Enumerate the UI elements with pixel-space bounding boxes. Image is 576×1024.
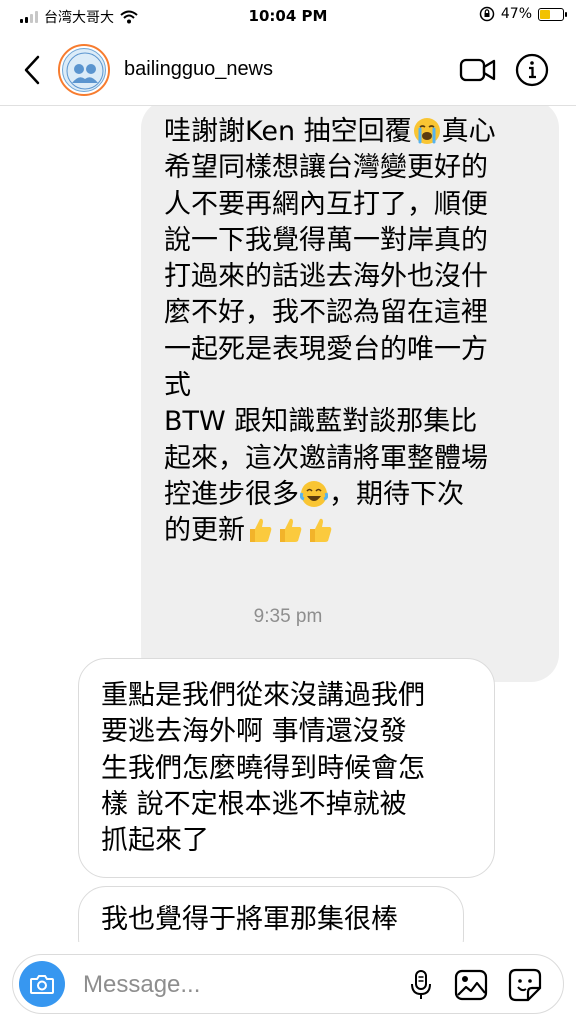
message-composer (12, 954, 564, 1014)
loudly-crying-face-emoji (413, 118, 440, 144)
message-line: 抓起來了 (101, 825, 209, 857)
message-line: 我也覺得于將軍那集很棒 (101, 904, 398, 935)
message-line: 希望同樣想讓台灣變更好的 (164, 152, 488, 184)
incoming-message-bubble[interactable]: 重點是我們從來沒講過我們 要逃去海外啊 事情還沒發 生我們怎麼曉得到時候會怎 樣… (78, 658, 495, 878)
camera-button[interactable] (19, 961, 65, 1007)
info-button[interactable] (514, 52, 550, 88)
message-line: 起來，這次邀請將軍整體場 (164, 442, 488, 474)
avatar-logo (62, 48, 106, 92)
microphone-icon (411, 970, 431, 999)
back-button[interactable] (14, 50, 50, 90)
message-line: BTW 跟知識藍對談那集比 (164, 406, 478, 438)
message-line: 控進步很多 ，期待下次 (164, 477, 537, 513)
message-line: 一起死是表現愛台的唯一方 (164, 333, 488, 365)
chat-header: bailingguo_news (0, 34, 576, 106)
rotation-lock-icon (479, 6, 495, 22)
message-text: 的更新 (164, 515, 245, 547)
message-line: 說一下我覺得萬一對岸真的 (164, 224, 488, 256)
message-line: 哇謝謝Ken 抽空回覆 真心 (164, 114, 537, 150)
message-text: 哇謝謝Ken 抽空回覆 (164, 116, 412, 147)
battery-icon (538, 7, 567, 21)
incoming-message-bubble[interactable]: 我也覺得于將軍那集很棒 (78, 886, 464, 942)
message-timestamp: 9:35 pm (253, 606, 323, 627)
battery-level-fill (540, 9, 551, 19)
sticker-button[interactable] (507, 967, 543, 1003)
message-line: 人不要再網內互打了，順便 (164, 188, 488, 220)
thumbs-up-emoji (310, 519, 332, 543)
thumbs-up-emoji (280, 519, 302, 543)
message-line: 生我們怎麼曉得到時候會怎 (101, 752, 425, 784)
avatar[interactable] (58, 44, 110, 96)
thumbs-up-emoji (250, 519, 272, 543)
message-text: 控進步很多 (164, 478, 299, 510)
message-text: 真心 (441, 116, 496, 147)
message-line: 麼不好，我不認為留在這裡 (164, 297, 488, 329)
message-line: 的更新 (164, 513, 537, 549)
status-right: 47% (479, 6, 567, 22)
video-camera-icon (459, 58, 496, 82)
message-line: 樣 說不定根本逃不掉就被 (101, 788, 407, 820)
message-input[interactable] (83, 969, 383, 1001)
message-line: 要逃去海外啊 事情還沒發 (101, 716, 407, 748)
voice-message-button[interactable] (403, 967, 439, 1003)
outgoing-message-bubble[interactable]: 哇謝謝Ken 抽空回覆 真心 希望同樣想讓台灣變更好的 人不要再網內互打了，順便 … (141, 106, 559, 682)
battery-percent: 47% (500, 6, 532, 22)
message-line: 重點是我們從來沒講過我們 (101, 680, 425, 711)
chat-username[interactable]: bailingguo_news (124, 58, 273, 81)
camera-icon (30, 975, 54, 994)
video-call-button[interactable] (458, 54, 498, 86)
message-line: 式 (164, 370, 191, 402)
message-line: 打過來的話逃去海外也沒什 (164, 261, 488, 293)
message-text: ，期待下次 (329, 478, 464, 510)
message-thread[interactable]: 哇謝謝Ken 抽空回覆 真心 希望同樣想讓台灣變更好的 人不要再網內互打了，順便 … (0, 106, 576, 942)
face-with-tears-of-joy-emoji (300, 480, 328, 507)
chevron-left-icon (24, 55, 40, 85)
gallery-button[interactable] (453, 967, 489, 1003)
info-icon (515, 53, 549, 87)
gallery-icon (454, 969, 488, 1001)
sticker-icon (508, 968, 542, 1002)
status-bar: 台湾大哥大 10:04 PM 47% (0, 0, 576, 34)
